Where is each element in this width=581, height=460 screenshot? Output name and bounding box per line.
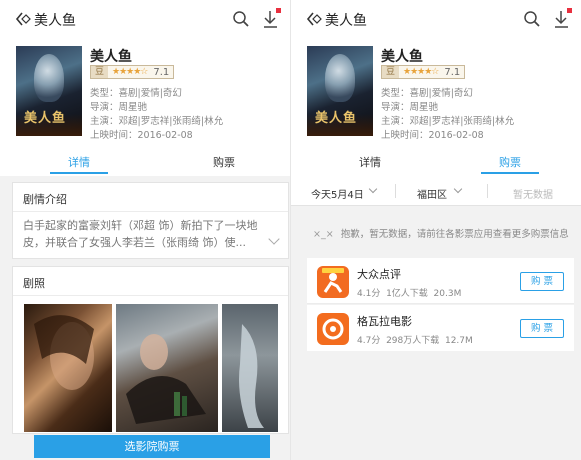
tab-tickets[interactable]: 购票 xyxy=(213,154,235,170)
app-name: 格瓦拉电影 xyxy=(357,315,412,328)
tab-details[interactable]: 详情 xyxy=(68,154,90,170)
divider xyxy=(395,184,396,198)
buy-ticket-button[interactable]: 购 票 xyxy=(520,272,564,291)
divider xyxy=(487,184,488,198)
buy-ticket-button[interactable]: 购 票 xyxy=(520,319,564,338)
back-arrow-icon[interactable] xyxy=(305,9,327,29)
movie-cast: 主演：邓超|罗志祥|张雨绮|林允 xyxy=(381,116,515,127)
tab-indicator xyxy=(50,172,108,174)
select-cinema-button[interactable]: 选影院购票 xyxy=(34,435,270,458)
tickets-panel: 美人鱼 美人鱼 美人鱼 豆 ★★★★☆ 7.1 类型：喜剧|爱情|奇幻 导演：周… xyxy=(291,0,581,460)
sad-face-icon: ×_× xyxy=(313,229,334,240)
still-photo-1[interactable] xyxy=(24,304,112,432)
download-icon[interactable] xyxy=(262,8,282,30)
app-header: 美人鱼 xyxy=(0,0,290,38)
movie-director: 导演：周星驰 xyxy=(90,102,148,113)
movie-director: 导演：周星驰 xyxy=(381,102,439,113)
app-stats: 4.7分 298万人下载 12.7M xyxy=(357,336,473,346)
details-panel: 美人鱼 美人鱼 美人鱼 豆 ★★★★☆ 7.1 类型：喜剧|爱情|奇幻 导演：周… xyxy=(0,0,290,460)
still-photo-3[interactable] xyxy=(222,304,278,432)
poster-art xyxy=(34,54,64,102)
movie-genre: 类型：喜剧|爱情|奇幻 xyxy=(381,88,473,99)
poster-title: 美人鱼 xyxy=(24,111,67,126)
no-data-text: 抱歉，暂无数据，请前往各影票应用查看更多购票信息 xyxy=(340,229,569,240)
movie-title: 美人鱼 xyxy=(90,49,132,65)
rating-score: 7.1 xyxy=(153,66,170,78)
stills-title: 剧照 xyxy=(23,277,45,290)
star-rating: ★★★★☆ xyxy=(403,67,439,77)
sort-filter: 暂无数据 xyxy=(513,190,553,201)
app-stats: 4.1分 1亿人下载 20.3M xyxy=(357,289,462,299)
movie-poster[interactable]: 美人鱼 xyxy=(307,46,373,136)
rating-score: 7.1 xyxy=(444,66,461,78)
page-title: 美人鱼 xyxy=(34,13,76,29)
tab-indicator xyxy=(481,172,539,174)
app-name: 大众点评 xyxy=(357,268,401,281)
date-filter[interactable]: 今天5月4日 xyxy=(311,186,364,201)
dianping-logo-icon xyxy=(317,266,349,298)
movie-cast: 主演：邓超|罗志祥|张雨绮|林允 xyxy=(90,116,224,127)
page-title: 美人鱼 xyxy=(325,13,367,29)
movie-release: 上映时间：2016-02-08 xyxy=(381,130,484,141)
still-photo-2[interactable] xyxy=(116,304,218,432)
expand-chevron-icon[interactable] xyxy=(268,233,280,245)
search-icon[interactable] xyxy=(523,10,541,28)
search-icon[interactable] xyxy=(232,10,250,28)
synopsis-title: 剧情介绍 xyxy=(23,193,67,206)
back-arrow-icon[interactable] xyxy=(14,9,36,29)
tab-tickets[interactable]: 购票 xyxy=(499,154,521,170)
tab-details[interactable]: 详情 xyxy=(359,154,381,170)
rating-badge: 豆 ★★★★☆ 7.1 xyxy=(90,65,175,79)
movie-title: 美人鱼 xyxy=(381,49,423,65)
synopsis-text: 白手起家的富豪刘轩（邓超 饰）新拍下了一块地皮，并联合了女强人李若兰（张雨绮 饰… xyxy=(23,219,258,249)
divider xyxy=(13,211,288,212)
douban-logo: 豆 xyxy=(382,66,400,78)
district-filter[interactable]: 福田区 xyxy=(417,186,447,201)
gewara-logo-icon xyxy=(317,313,349,345)
synopsis-card[interactable]: 剧情介绍 白手起家的富豪刘轩（邓超 饰）新拍下了一块地皮，并联合了女强人李若兰（… xyxy=(12,182,289,259)
divider xyxy=(13,295,288,296)
poster-art xyxy=(325,54,355,102)
movie-release: 上映时间：2016-02-08 xyxy=(90,130,193,141)
app-item-dianping[interactable]: 大众点评 4.1分 1亿人下载 20.3M 购 票 xyxy=(307,258,574,304)
star-rating: ★★★★☆ xyxy=(112,67,148,77)
movie-poster[interactable]: 美人鱼 xyxy=(16,46,82,136)
notification-badge xyxy=(567,8,572,13)
movie-genre: 类型：喜剧|爱情|奇幻 xyxy=(90,88,182,99)
rating-badge: 豆 ★★★★☆ 7.1 xyxy=(381,65,466,79)
no-data-notice: ×_× 抱歉，暂无数据，请前往各影票应用查看更多购票信息 xyxy=(313,226,569,240)
poster-title: 美人鱼 xyxy=(315,111,358,126)
app-header: 美人鱼 xyxy=(291,0,581,38)
app-item-gewara[interactable]: 格瓦拉电影 4.7分 298万人下载 12.7M 购 票 xyxy=(307,305,574,351)
douban-logo: 豆 xyxy=(91,66,109,78)
notification-badge xyxy=(276,8,281,13)
download-icon[interactable] xyxy=(553,8,573,30)
